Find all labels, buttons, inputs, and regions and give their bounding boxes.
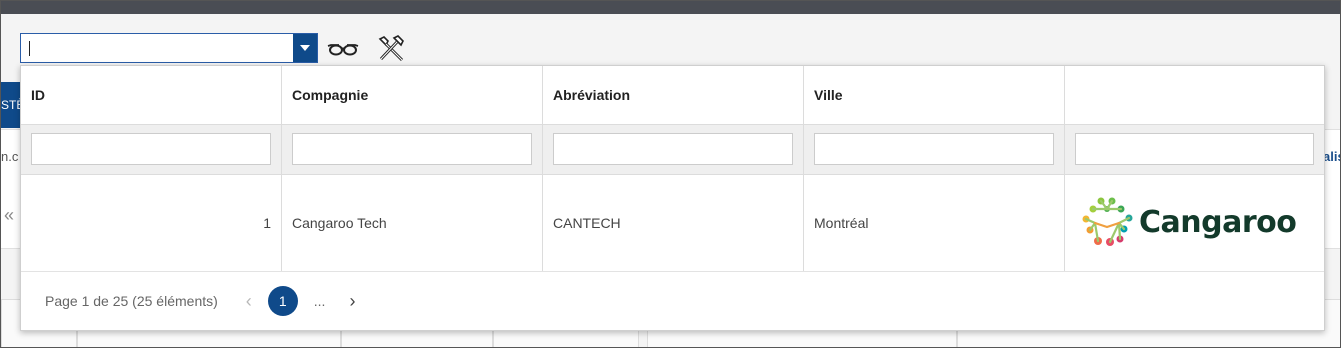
company-combobox[interactable] bbox=[20, 33, 318, 63]
cell-city: Montréal bbox=[804, 175, 1065, 271]
lookup-dropdown-panel: ID Compagnie Abréviation Ville 1 Cangaro… bbox=[20, 65, 1325, 331]
cell-logo: Cangaroo bbox=[1065, 175, 1324, 271]
filter-cell bbox=[282, 125, 543, 174]
filter-cell bbox=[804, 125, 1065, 174]
background-link[interactable]: alis bbox=[1323, 149, 1340, 164]
page-info: Page 1 de 25 (25 éléments) bbox=[45, 293, 218, 309]
cell-abbreviation: CANTECH bbox=[543, 175, 804, 271]
filter-company-input[interactable] bbox=[292, 133, 532, 165]
column-header-company[interactable]: Compagnie bbox=[282, 66, 543, 124]
cell-id: 1 bbox=[21, 175, 282, 271]
caret-down-icon bbox=[300, 45, 310, 51]
logo-wordmark: Cangaroo bbox=[1139, 205, 1297, 240]
next-page-icon[interactable]: › bbox=[349, 291, 355, 312]
filter-id-input[interactable] bbox=[31, 133, 271, 165]
filter-cell bbox=[543, 125, 804, 174]
glasses-icon[interactable] bbox=[327, 35, 359, 63]
tools-icon[interactable] bbox=[375, 35, 407, 63]
background-chevron-icon[interactable]: « bbox=[4, 205, 14, 226]
top-bar bbox=[1, 1, 1340, 14]
text-cursor bbox=[29, 41, 30, 56]
grid-header-row: ID Compagnie Abréviation Ville bbox=[21, 66, 1324, 125]
page-ellipsis[interactable]: ... bbox=[314, 293, 326, 309]
dropdown-toggle-button[interactable] bbox=[293, 34, 317, 62]
grid-filter-row bbox=[21, 125, 1324, 175]
column-header-id[interactable]: ID bbox=[21, 66, 282, 124]
app-frame: STÈ n.c « alis bbox=[0, 0, 1341, 348]
column-header-abbreviation[interactable]: Abréviation bbox=[543, 66, 804, 124]
filter-abbreviation-input[interactable] bbox=[553, 133, 793, 165]
lookup-grid: ID Compagnie Abréviation Ville 1 Cangaro… bbox=[21, 66, 1324, 272]
cell-company: Cangaroo Tech bbox=[282, 175, 543, 271]
table-row[interactable]: 1 Cangaroo Tech CANTECH Montréal Cangaro… bbox=[21, 175, 1324, 272]
column-header-city[interactable]: Ville bbox=[804, 66, 1065, 124]
filter-logo-input[interactable] bbox=[1075, 133, 1314, 165]
filter-cell bbox=[21, 125, 282, 174]
grid-pager: Page 1 de 25 (25 éléments) ‹ 1 ... › bbox=[21, 272, 1324, 330]
filter-city-input[interactable] bbox=[814, 133, 1054, 165]
cangaroo-logo-mark-icon bbox=[1082, 197, 1133, 246]
combobox-input[interactable] bbox=[21, 34, 295, 62]
column-header-logo[interactable] bbox=[1065, 66, 1324, 124]
filter-cell bbox=[1065, 125, 1324, 174]
previous-page-icon[interactable]: ‹ bbox=[246, 291, 252, 312]
page-button-current[interactable]: 1 bbox=[267, 286, 298, 316]
cangaroo-logo: Cangaroo bbox=[1075, 175, 1324, 271]
